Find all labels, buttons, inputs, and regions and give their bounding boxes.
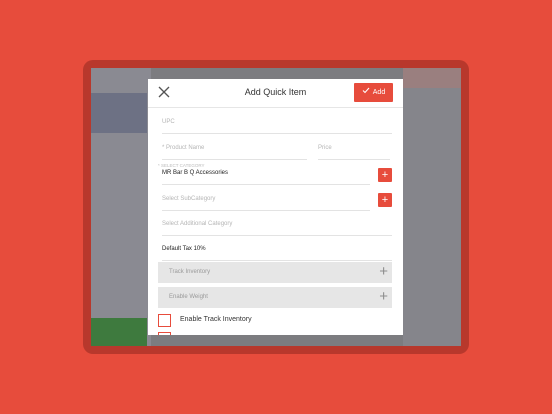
track-inventory-label: Track Inventory xyxy=(169,269,211,275)
add-category-button[interactable]: + xyxy=(378,168,392,182)
additional-category-select[interactable]: Select Additional Category xyxy=(162,221,392,236)
add-button[interactable]: Add xyxy=(354,83,393,102)
plus-icon: + xyxy=(379,263,388,280)
price-input[interactable]: Price xyxy=(318,145,390,160)
category-select[interactable]: MR Bar B Q Accessories xyxy=(162,170,370,185)
tax-select[interactable]: Default Tax 10% xyxy=(162,246,392,261)
close-icon[interactable] xyxy=(157,85,171,99)
add-quick-item-modal: Add Quick Item Add UPC * Product Name Pr… xyxy=(148,79,403,335)
plus-icon: + xyxy=(381,169,389,181)
blurred-top-bar xyxy=(403,68,461,88)
category-label: * SELECT CATEGORY xyxy=(158,163,205,168)
modal-header: Add Quick Item Add xyxy=(148,79,403,108)
subcategory-select[interactable]: Select SubCategory xyxy=(162,196,370,211)
upc-input[interactable]: UPC xyxy=(162,119,392,134)
blurred-right-panel xyxy=(403,68,461,346)
next-checkbox[interactable] xyxy=(158,332,171,335)
enable-weight-label: Enable Weight xyxy=(169,294,208,300)
plus-icon: + xyxy=(381,194,389,206)
enable-track-inventory-checkbox[interactable] xyxy=(158,314,171,327)
enable-track-inventory-label: Enable Track Inventory xyxy=(180,316,252,323)
enable-weight-row[interactable]: Enable Weight + xyxy=(158,287,392,308)
check-icon xyxy=(362,83,370,102)
product-name-input[interactable]: * Product Name xyxy=(162,145,307,160)
add-subcategory-button[interactable]: + xyxy=(378,193,392,207)
modal-title: Add Quick Item xyxy=(244,87,307,97)
blurred-panel xyxy=(91,93,147,133)
track-inventory-row[interactable]: Track Inventory + xyxy=(158,262,392,283)
add-button-label: Add xyxy=(372,89,386,96)
plus-icon: + xyxy=(379,288,388,305)
blurred-panel-green xyxy=(91,318,147,346)
